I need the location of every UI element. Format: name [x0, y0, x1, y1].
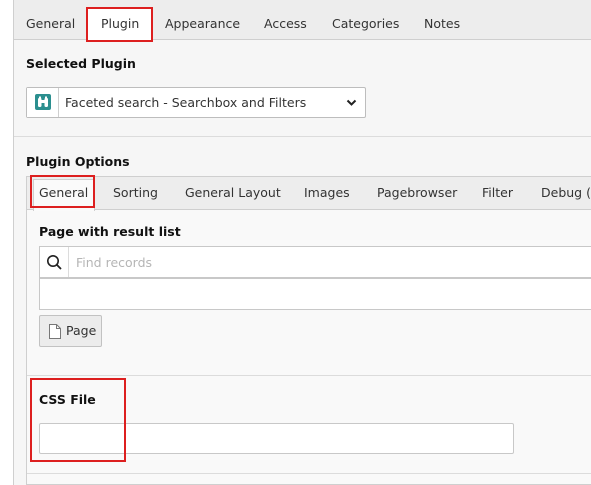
- divider: [27, 375, 591, 376]
- plugin-options-heading: Plugin Options: [26, 154, 130, 169]
- selected-plugin-heading: Selected Plugin: [26, 56, 136, 71]
- tab-access[interactable]: Access: [264, 16, 307, 31]
- page-icon: [49, 324, 61, 339]
- plugin-select-value: Faceted search - Searchbox and Filters: [65, 95, 307, 110]
- options-tab-filter[interactable]: Filter: [482, 185, 513, 200]
- search-icon[interactable]: [40, 247, 69, 277]
- options-tab-general-layout[interactable]: General Layout: [185, 185, 281, 200]
- options-tab-pagebrowser[interactable]: Pagebrowser: [377, 185, 457, 200]
- tab-categories[interactable]: Categories: [332, 16, 399, 31]
- result-list-label: Page with result list: [39, 224, 181, 239]
- options-tab-debug[interactable]: Debug (A: [541, 185, 591, 200]
- options-tab-sorting[interactable]: Sorting: [113, 185, 158, 200]
- tab-plugin[interactable]: Plugin: [101, 16, 139, 31]
- chevron-down-icon[interactable]: [345, 96, 358, 109]
- divider: [14, 136, 591, 137]
- tab-appearance[interactable]: Appearance: [165, 16, 240, 31]
- css-file-label: CSS File: [39, 392, 96, 407]
- tab-notes[interactable]: Notes: [424, 16, 460, 31]
- selected-records-list[interactable]: [39, 278, 591, 310]
- options-tab-images[interactable]: Images: [304, 185, 350, 200]
- tab-general[interactable]: General: [26, 16, 75, 31]
- options-tab-general[interactable]: General: [39, 185, 88, 200]
- css-file-input[interactable]: [39, 423, 514, 454]
- search-input[interactable]: [70, 247, 591, 277]
- binoculars-icon: [35, 94, 51, 110]
- add-page-button-label: Page: [66, 323, 97, 338]
- divider: [27, 473, 591, 474]
